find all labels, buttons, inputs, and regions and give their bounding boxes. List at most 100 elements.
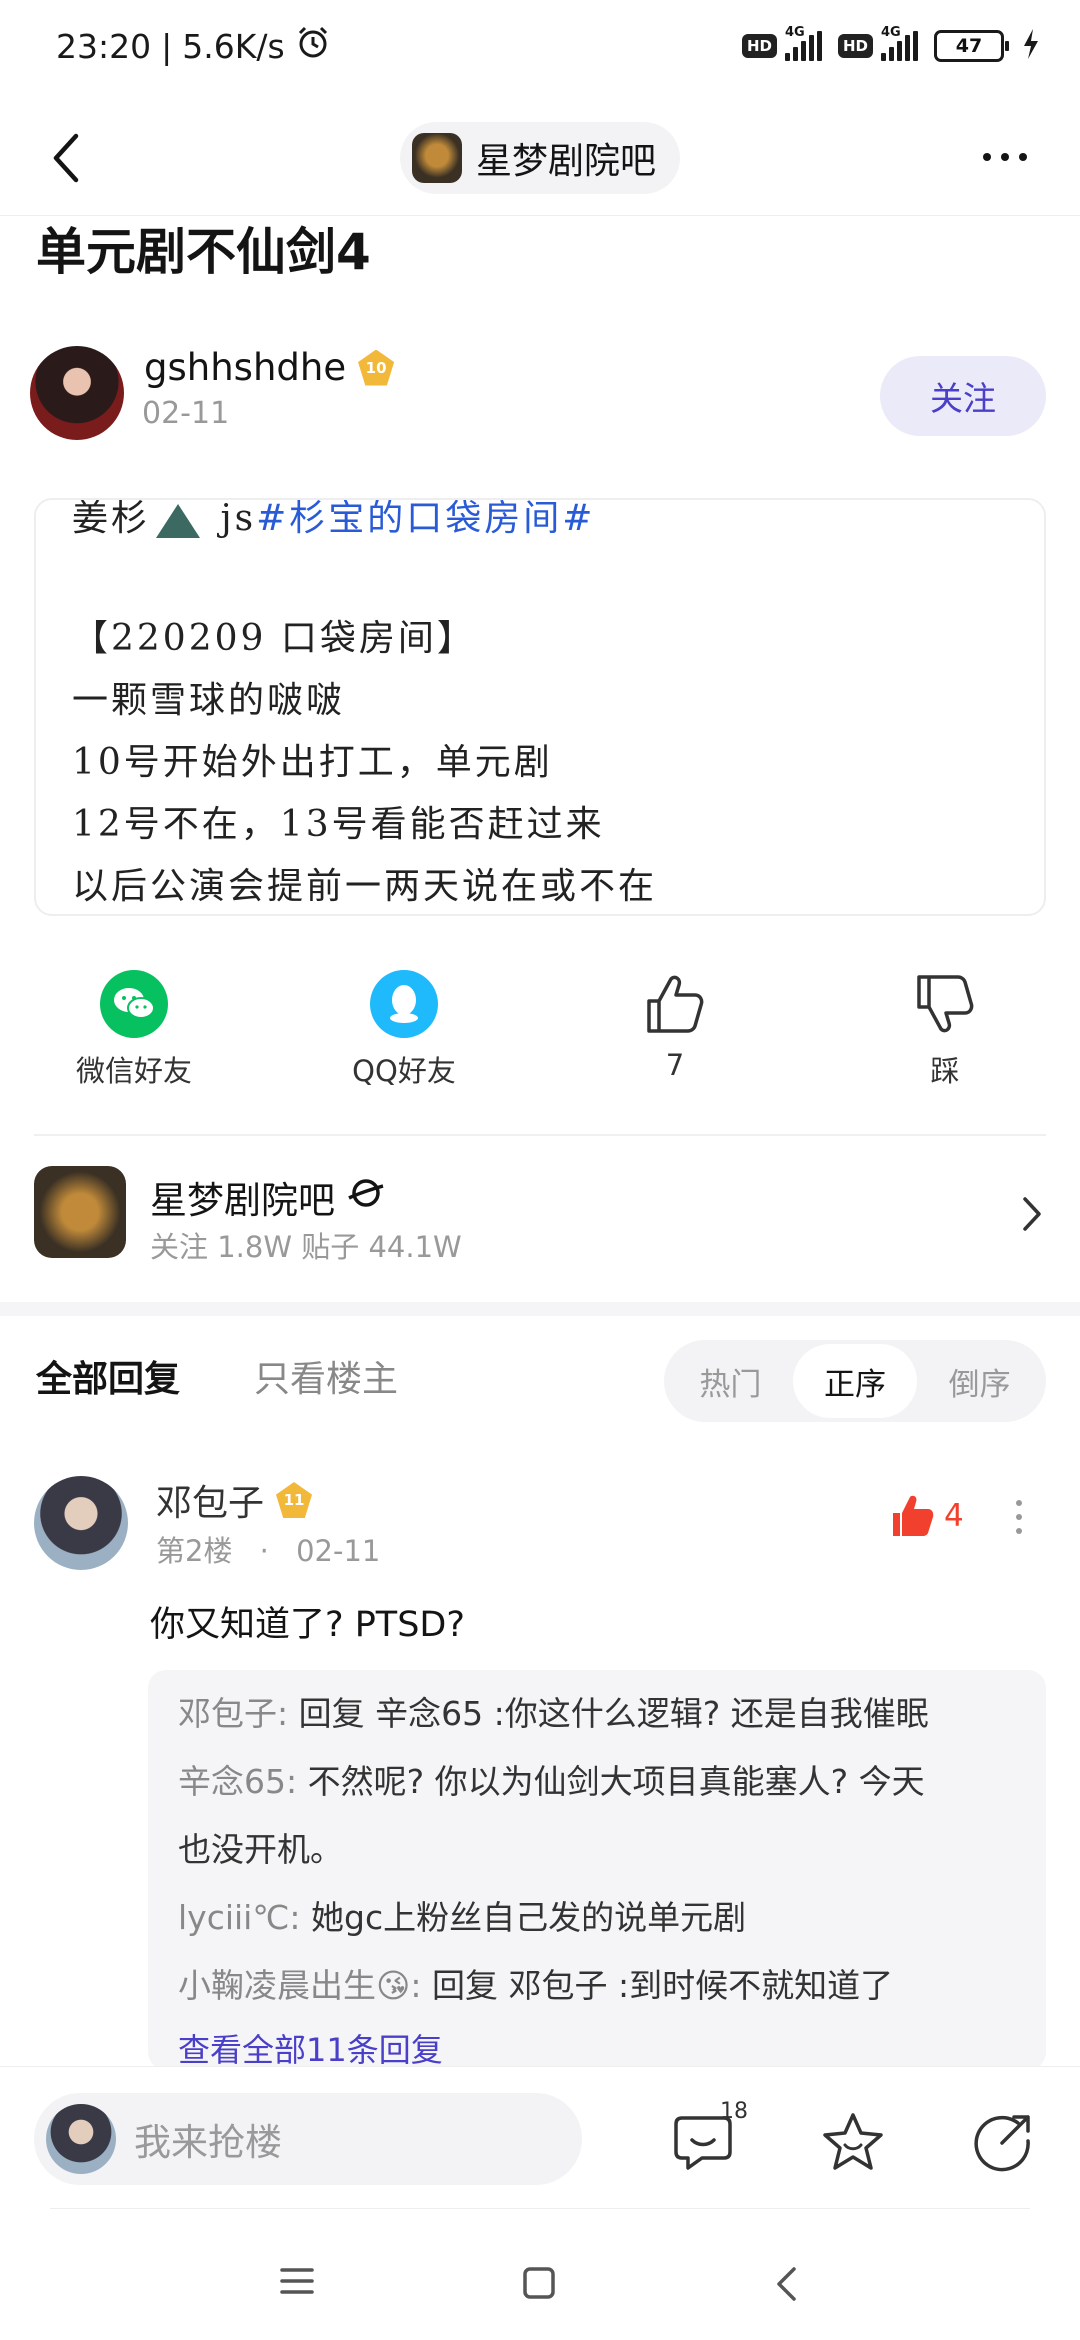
battery-level: 47 bbox=[955, 35, 983, 57]
sub-reply-user: 辛念65: bbox=[178, 1762, 298, 1801]
dislike-label: 踩 bbox=[930, 1054, 960, 1088]
sub-reply-text: 回复 邓包子 :到时候不就知道了 bbox=[421, 1966, 894, 2005]
comment-placeholder: 我来抢楼 bbox=[134, 2121, 282, 2164]
sort-ascending[interactable]: 正序 bbox=[792, 1344, 918, 1418]
comments-button[interactable]: 18 bbox=[668, 2099, 748, 2177]
reply-like-count: 4 bbox=[944, 1498, 964, 1534]
sub-reply-user: 邓包子: bbox=[178, 1694, 289, 1733]
meta-dot: · bbox=[259, 1534, 269, 1568]
image-line-2: 【220209 口袋房间】 bbox=[72, 618, 476, 659]
clock: 23:20 bbox=[56, 26, 152, 66]
reply-more-button[interactable] bbox=[1016, 1500, 1022, 1534]
reply-floor: 第2楼 bbox=[156, 1534, 233, 1568]
sub-reply: 也没开机。 bbox=[178, 1816, 1016, 1884]
my-avatar bbox=[46, 2104, 116, 2174]
image-line-3: 一颗雪球的啵啵 bbox=[72, 680, 346, 721]
image-line-4: 10号开始外出打工，单元剧 bbox=[72, 742, 553, 783]
image-hashtag: #杉宝的口袋房间# bbox=[256, 498, 596, 539]
reply-author-row[interactable]: 邓包子 11 bbox=[156, 1474, 313, 1526]
forum-card-name: 星梦剧院吧 bbox=[150, 1179, 335, 1222]
sub-reply: lyciii℃: 她gc上粉丝自己发的说单元剧 bbox=[178, 1884, 1016, 1952]
net-speed: 5.6K/s bbox=[182, 26, 285, 66]
image-line-6: 以后公演会提前一两天说在或不在 bbox=[72, 866, 658, 907]
share-qq-label: QQ好友 bbox=[352, 1054, 456, 1088]
author-name-row[interactable]: gshhshdhe 10 bbox=[144, 346, 395, 389]
like-button[interactable]: 7 bbox=[565, 970, 785, 1082]
sub-reply-user: lyciii℃: bbox=[178, 1898, 301, 1937]
view-all-replies-link[interactable]: 查看全部11条回复 bbox=[178, 2020, 1016, 2070]
home-button[interactable] bbox=[522, 2266, 556, 2304]
forum-card[interactable]: 星梦剧院吧 关注 1.8W 贴子 44.1W bbox=[34, 1166, 1046, 1276]
hd-badge-2: HD bbox=[837, 34, 873, 58]
sub-reply-text: 不然呢? 你以为仙剑大项目真能塞人? 今天 bbox=[297, 1762, 925, 1801]
star-icon bbox=[823, 2113, 883, 2170]
author-avatar[interactable] bbox=[30, 346, 124, 440]
more-options-button[interactable] bbox=[970, 132, 1040, 182]
post-image[interactable]: 姜杉 js#杉宝的口袋房间# 【220209 口袋房间】 一颗雪球的啵啵 10号… bbox=[34, 498, 1046, 916]
share-wechat-label: 微信好友 bbox=[75, 1054, 192, 1088]
home-square-icon bbox=[523, 2267, 555, 2299]
menu-icon bbox=[280, 2268, 314, 2294]
sub-reply: 邓包子: 回复 辛念65 :你这什么逻辑? 还是自我催眠 bbox=[178, 1680, 1016, 1748]
sort-descending[interactable]: 倒序 bbox=[917, 1344, 1042, 1418]
author-name: gshhshdhe bbox=[144, 346, 347, 389]
status-left: 23:20 | 5.6K/s bbox=[56, 24, 331, 68]
reply-level-badge: 11 bbox=[276, 1482, 313, 1518]
chevron-left-icon bbox=[53, 133, 79, 183]
thumbs-up-filled-icon bbox=[893, 1495, 934, 1536]
post-title: 单元剧不仙剑4 bbox=[36, 223, 371, 281]
forum-card-avatar bbox=[34, 1166, 126, 1258]
sort-hot[interactable]: 热门 bbox=[668, 1344, 793, 1418]
tab-all-replies[interactable]: 全部回复 bbox=[36, 1350, 180, 1402]
system-navigation bbox=[0, 2210, 1080, 2340]
reply-date: 02-11 bbox=[296, 1534, 381, 1568]
top-nav: 星梦剧院吧 bbox=[0, 100, 1080, 216]
post-date: 02-11 bbox=[142, 396, 230, 431]
sort-switch: 热门 正序 倒序 bbox=[664, 1340, 1046, 1422]
mountain-emoji-icon bbox=[156, 504, 201, 538]
comment-bar: 我来抢楼 18 bbox=[0, 2066, 1080, 2210]
back-button[interactable] bbox=[40, 128, 90, 188]
comment-input[interactable]: 我来抢楼 bbox=[34, 2093, 582, 2185]
like-count: 7 bbox=[665, 1048, 685, 1082]
system-back-button[interactable] bbox=[774, 2266, 798, 2306]
forum-name: 星梦剧院吧 bbox=[475, 140, 656, 182]
sub-reply-user: 小鞠凌晨出生😘: bbox=[178, 1966, 422, 2005]
forum-card-name-row: 星梦剧院吧 bbox=[150, 1170, 385, 1224]
level-badge: 10 bbox=[358, 349, 395, 386]
follow-button[interactable]: 关注 bbox=[880, 356, 1046, 436]
image-text: 姜杉 bbox=[72, 498, 151, 539]
reply-avatar[interactable] bbox=[34, 1476, 128, 1570]
section-separator bbox=[0, 1302, 1080, 1316]
sub-reply-text: 回复 辛念65 :你这什么逻辑? 还是自我催眠 bbox=[288, 1694, 929, 1733]
signal-icon-2: 4G bbox=[881, 25, 918, 61]
wechat-icon bbox=[100, 970, 168, 1038]
signal-icon: 4G bbox=[784, 25, 822, 61]
favorite-button[interactable] bbox=[818, 2107, 888, 2177]
battery-icon: 47 bbox=[934, 30, 1009, 62]
forum-pill[interactable]: 星梦剧院吧 bbox=[399, 121, 680, 194]
dislike-button[interactable]: 踩 bbox=[835, 970, 1055, 1090]
nav-divider bbox=[50, 2208, 1030, 2209]
hd-badge: HD bbox=[741, 34, 777, 58]
comment-count: 18 bbox=[720, 2099, 748, 2124]
tab-owner-only[interactable]: 只看楼主 bbox=[254, 1350, 398, 1402]
share-wechat-button[interactable]: 微信好友 bbox=[24, 970, 244, 1090]
share-button[interactable] bbox=[968, 2107, 1038, 2177]
status-right: HD 4G HD 4G 47 bbox=[741, 25, 1040, 63]
share-icon bbox=[974, 2115, 1030, 2172]
charging-icon bbox=[1022, 29, 1040, 63]
sub-reply-text: 她gc上粉丝自己发的说单元剧 bbox=[300, 1898, 747, 1937]
menu-button[interactable] bbox=[280, 2266, 314, 2300]
sub-reply: 小鞠凌晨出生😘: 回复 邓包子 :到时候不就知道了 bbox=[178, 1952, 1016, 2020]
sub-reply: 辛念65: 不然呢? 你以为仙剑大项目真能塞人? 今天 bbox=[178, 1748, 1016, 1816]
image-line-5: 12号不在，13号看能否赶过来 bbox=[72, 804, 605, 845]
sub-replies[interactable]: 邓包子: 回复 辛念65 :你这什么逻辑? 还是自我催眠 辛念65: 不然呢? … bbox=[148, 1670, 1046, 2070]
image-text: js bbox=[220, 498, 257, 539]
reply-like-button[interactable]: 4 bbox=[890, 1494, 964, 1538]
network-type-2: 4G bbox=[881, 25, 901, 40]
share-qq-button[interactable]: QQ好友 bbox=[294, 970, 514, 1090]
thumbs-down-icon bbox=[911, 970, 979, 1038]
sub-reply-text: 也没开机。 bbox=[178, 1830, 343, 1869]
back-triangle-icon bbox=[777, 2267, 796, 2301]
